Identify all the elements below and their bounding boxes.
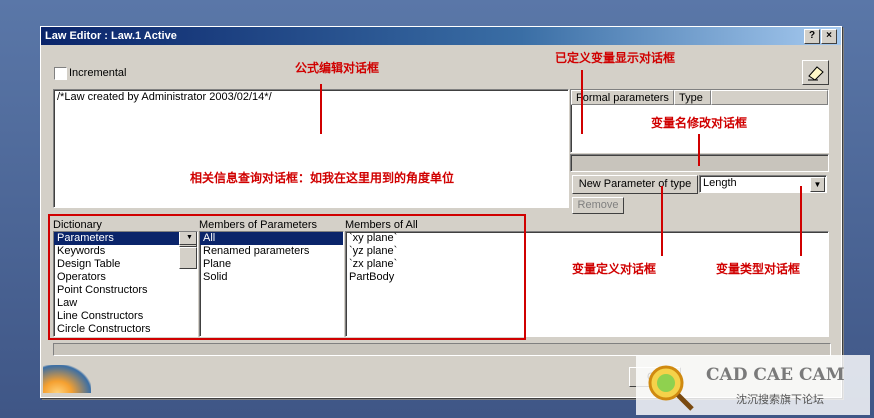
- annotation-defined-vars: 已定义变量显示对话框: [555, 51, 676, 65]
- law-formula-text[interactable]: /*Law created by Administrator 2003/02/1…: [54, 90, 568, 104]
- remove-button[interactable]: Remove: [572, 197, 624, 214]
- eraser-button[interactable]: [802, 60, 829, 85]
- help-button[interactable]: ?: [804, 29, 820, 44]
- chevron-down-icon[interactable]: ▼: [810, 177, 825, 192]
- new-parameter-button[interactable]: New Parameter of type: [572, 175, 698, 194]
- parameter-type-select[interactable]: Length ▼: [699, 175, 827, 193]
- close-button[interactable]: ×: [821, 29, 837, 44]
- watermark-subtitle: 沈沉搜索旗下论坛: [736, 393, 824, 406]
- annotation-arrow: [661, 186, 663, 256]
- annotation-arrow: [800, 186, 802, 256]
- annotation-var-type: 变量类型对话框: [716, 262, 801, 276]
- parameter-type-value: Length: [703, 177, 737, 189]
- annotation-rename-var: 变量名修改对话框: [651, 116, 748, 130]
- law-formula-editor[interactable]: /*Law created by Administrator 2003/02/1…: [53, 89, 569, 208]
- window-title: Law Editor : Law.1 Active: [45, 30, 177, 42]
- eraser-icon: [808, 66, 824, 81]
- info-query-highlight-box: [48, 214, 526, 340]
- title-bar: Law Editor : Law.1 Active: [41, 27, 841, 45]
- annotation-arrow: [581, 70, 583, 134]
- annotation-arrow: [698, 134, 700, 166]
- annotation-info-query: 相关信息查询对话框：如我在这里用到的角度单位: [190, 171, 455, 185]
- incremental-checkbox[interactable]: [54, 67, 67, 80]
- watermark: CAD CAE CAM 沈沉搜索旗下论坛: [636, 355, 870, 415]
- law-editor-window: Law Editor : Law.1 Active ? × Incrementa…: [40, 26, 842, 398]
- annotation-formula-editor: 公式编辑对话框: [295, 61, 380, 75]
- annotation-arrow: [320, 84, 322, 134]
- col-header-formal-parameters[interactable]: Formal parameters: [571, 90, 674, 105]
- watermark-brand: CAD CAE CAM: [706, 365, 845, 385]
- incremental-label: Incremental: [69, 67, 127, 79]
- annotation-var-define: 变量定义对话框: [572, 262, 657, 276]
- app-logo: [43, 365, 91, 393]
- magnifier-logo-icon: [648, 365, 694, 411]
- col-header-type[interactable]: Type: [674, 90, 711, 105]
- col-header-empty: [711, 90, 828, 105]
